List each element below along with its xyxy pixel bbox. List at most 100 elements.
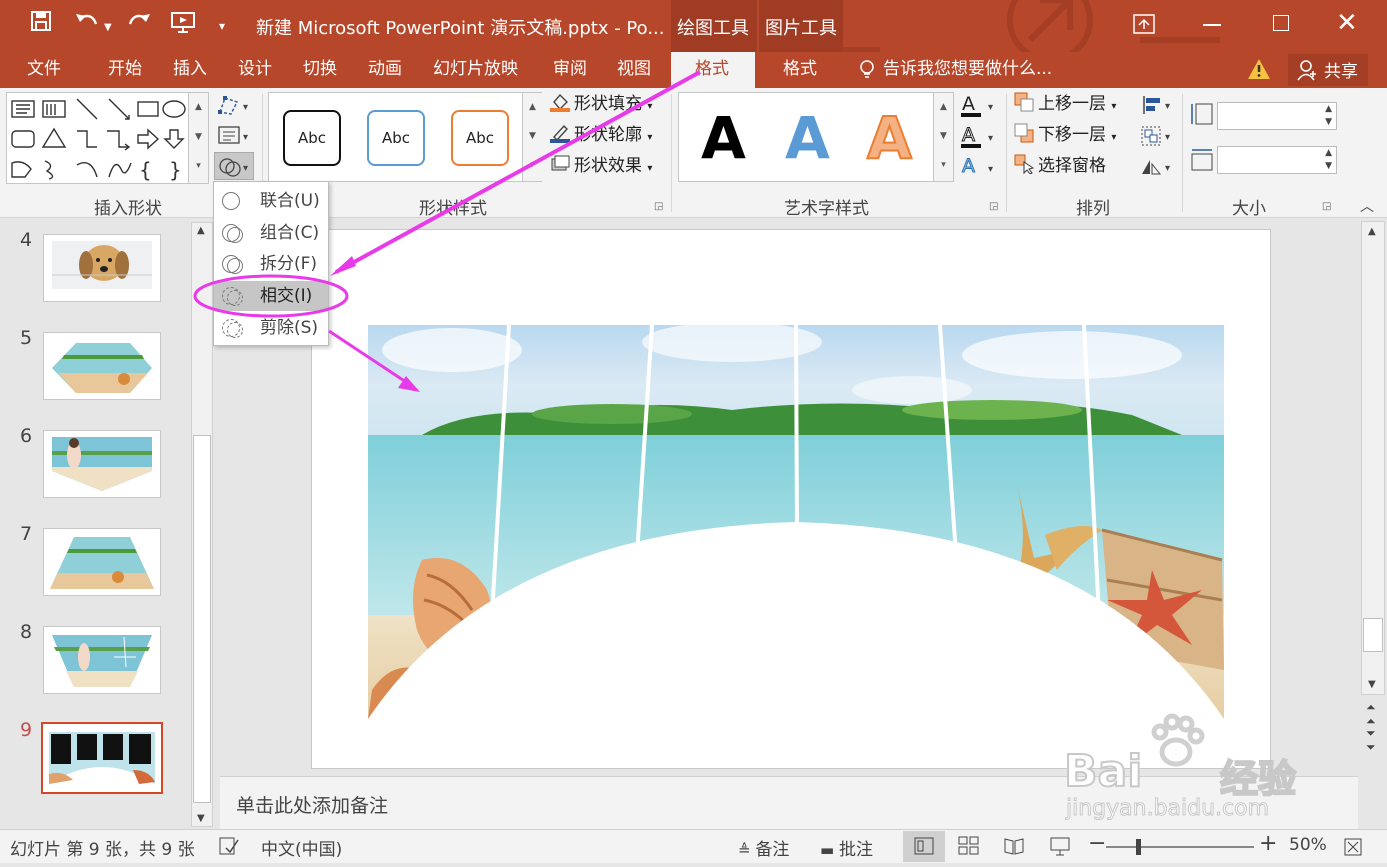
wordart-style-blue[interactable]: A [785, 103, 830, 173]
wordart-launcher-icon[interactable]: ◲ [989, 201, 998, 212]
shapes-gallery-scroll[interactable]: ▲ ▼ ▾ [188, 93, 208, 183]
shape-styles-scroll[interactable]: ▲ ▼ ▾ [522, 93, 542, 181]
canvas-scroll-up-icon[interactable]: ▲ [1368, 226, 1376, 237]
thumbnail-scrollbar[interactable]: ▲ ▼ [191, 222, 213, 827]
shape-style-blue[interactable]: Abc [367, 110, 425, 166]
notes-toggle[interactable]: ≜ 备注 [738, 835, 789, 860]
zoom-in-icon[interactable]: + [1259, 831, 1277, 856]
shape-outline-label: 形状轮廓 [574, 125, 642, 145]
tab-transitions[interactable]: 切换 [303, 57, 337, 81]
canvas-scroll-down-icon[interactable]: ▼ [1368, 679, 1376, 690]
redo-icon[interactable] [126, 10, 152, 40]
thumbnail-slide-5[interactable] [43, 332, 161, 400]
shape-style-black[interactable]: Abc [283, 110, 341, 166]
spell-check-icon[interactable] [218, 836, 240, 861]
tab-animations[interactable]: 动画 [368, 57, 402, 81]
share-button[interactable]: 共享 [1288, 54, 1368, 86]
tab-slideshow[interactable]: 幻灯片放映 [433, 57, 518, 81]
zoom-out-icon[interactable]: − [1088, 831, 1106, 856]
shape-width-input[interactable]: ▲ ▼ [1217, 146, 1337, 174]
thumbnail-slide-4[interactable] [43, 234, 161, 302]
shape-outline-button[interactable]: 形状轮廓 ▾ [550, 123, 652, 150]
selection-pane-button[interactable]: 选择窗格 [1014, 154, 1106, 178]
ribbon-display-options-icon[interactable] [1133, 14, 1155, 39]
zoom-slider[interactable] [1106, 839, 1254, 855]
tab-review[interactable]: 审阅 [553, 57, 587, 81]
wordart-gallery[interactable]: A A A [678, 92, 954, 182]
shapes-gallery[interactable]: { } [6, 92, 209, 184]
slide-canvas[interactable] [311, 229, 1271, 769]
send-backward-button[interactable]: 下移一层 ▾ [1014, 123, 1116, 150]
wordart-style-orange[interactable]: A [866, 103, 913, 173]
thumbnail-slide-7[interactable] [43, 528, 161, 596]
thumbnail-slide-6[interactable] [43, 430, 161, 498]
align-icon[interactable]: ▾ [1140, 94, 1176, 121]
shape-style-orange[interactable]: Abc [451, 110, 509, 166]
tab-format-drawing[interactable]: 格式 [671, 52, 755, 88]
shape-height-input[interactable]: ▲ ▼ [1217, 102, 1337, 130]
menu-item-fragment[interactable]: 拆分(F) [214, 249, 328, 279]
wordart-style-black[interactable]: A [701, 103, 746, 173]
menu-item-subtract[interactable]: 剪除(S) [214, 313, 328, 343]
paw-logo-icon [1151, 713, 1205, 767]
canvas-scroll-thumb[interactable] [1363, 618, 1383, 652]
previous-slide-icon[interactable]: ⏶ ⏶ [1366, 700, 1376, 728]
undo-dropdown-icon[interactable]: ▼ [104, 14, 112, 42]
minimize-icon[interactable] [1203, 24, 1221, 26]
scroll-down-icon[interactable]: ▼ [197, 813, 205, 824]
present-from-start-icon[interactable] [170, 10, 196, 42]
text-box-icon[interactable]: ▾ [217, 124, 253, 151]
menu-item-intersect[interactable]: 相交(I) [214, 281, 328, 311]
rotate-icon[interactable]: ▾ [1140, 156, 1176, 183]
save-icon[interactable] [30, 10, 52, 40]
merge-shapes-button[interactable]: ▾ [214, 152, 254, 180]
bring-forward-button[interactable]: 上移一层 ▾ [1014, 92, 1116, 119]
width-spinner-icon[interactable]: ▲ ▼ [1325, 147, 1332, 173]
tab-home[interactable]: 开始 [108, 57, 142, 81]
edit-shape-icon[interactable]: ▾ [217, 94, 253, 121]
menu-item-union[interactable]: 联合(U) [214, 186, 328, 216]
text-fill-icon[interactable]: A ▾ [960, 92, 1000, 123]
slideshow-view-icon[interactable] [1049, 836, 1071, 861]
tab-insert[interactable]: 插入 [173, 57, 207, 81]
menu-item-combine[interactable]: 组合(C) [214, 218, 328, 248]
customize-qat-icon[interactable]: ▾ [219, 12, 225, 40]
tab-design[interactable]: 设计 [238, 57, 272, 81]
tell-me-search[interactable]: 告诉我您想要做什么... [883, 57, 1052, 81]
undo-icon[interactable] [74, 10, 100, 40]
zoom-slider-thumb[interactable] [1136, 839, 1141, 855]
tab-file[interactable]: 文件 [27, 57, 61, 81]
zoom-level[interactable]: 50% [1289, 835, 1327, 855]
size-launcher-icon[interactable]: ◲ [1322, 201, 1331, 212]
shape-fill-button[interactable]: 形状填充 ▾ [550, 92, 652, 119]
tab-format-picture[interactable]: 格式 [783, 57, 817, 81]
fit-to-window-icon[interactable] [1343, 837, 1363, 862]
shape-effects-button[interactable]: 形状效果 ▾ [550, 154, 652, 181]
next-slide-icon[interactable]: ⏷ ⏷ [1366, 726, 1376, 754]
language-status[interactable]: 中文(中国) [261, 835, 342, 860]
shape-styles-gallery[interactable]: Abc Abc Abc [268, 92, 542, 182]
collapse-ribbon-icon[interactable]: ︿ [1360, 196, 1374, 216]
thumbnail-slide-8[interactable] [43, 626, 161, 694]
notes-placeholder[interactable]: 单击此处添加备注 [236, 791, 388, 818]
beach-composite-image[interactable] [312, 230, 1270, 768]
comments-toggle[interactable]: ▬ 批注 [820, 835, 873, 860]
text-effects-icon[interactable]: A ▾ [960, 154, 1000, 185]
group-objects-icon[interactable]: ▾ [1140, 125, 1176, 152]
maximize-icon[interactable] [1273, 15, 1289, 31]
reading-view-icon[interactable] [1003, 836, 1025, 861]
normal-view-button[interactable] [903, 831, 945, 862]
shape-styles-launcher-icon[interactable]: ◲ [654, 201, 663, 212]
text-outline-icon[interactable]: A ▾ [960, 123, 1000, 154]
scroll-up-icon[interactable]: ▲ [197, 225, 205, 236]
slide-sorter-icon[interactable] [958, 836, 980, 861]
close-icon[interactable]: ✕ [1336, 8, 1358, 38]
context-tab-picture-tools: 图片工具 [759, 0, 843, 52]
thumbnail-scroll-thumb[interactable] [193, 435, 211, 803]
wordart-scroll[interactable]: ▲ ▼ ▾ [933, 93, 953, 181]
warning-icon[interactable] [1247, 58, 1271, 85]
canvas-scrollbar[interactable]: ▲ ▼ [1361, 221, 1385, 695]
tab-view[interactable]: 视图 [617, 57, 651, 81]
height-spinner-icon[interactable]: ▲ ▼ [1325, 103, 1332, 129]
thumbnail-slide-9-active[interactable] [41, 722, 163, 794]
